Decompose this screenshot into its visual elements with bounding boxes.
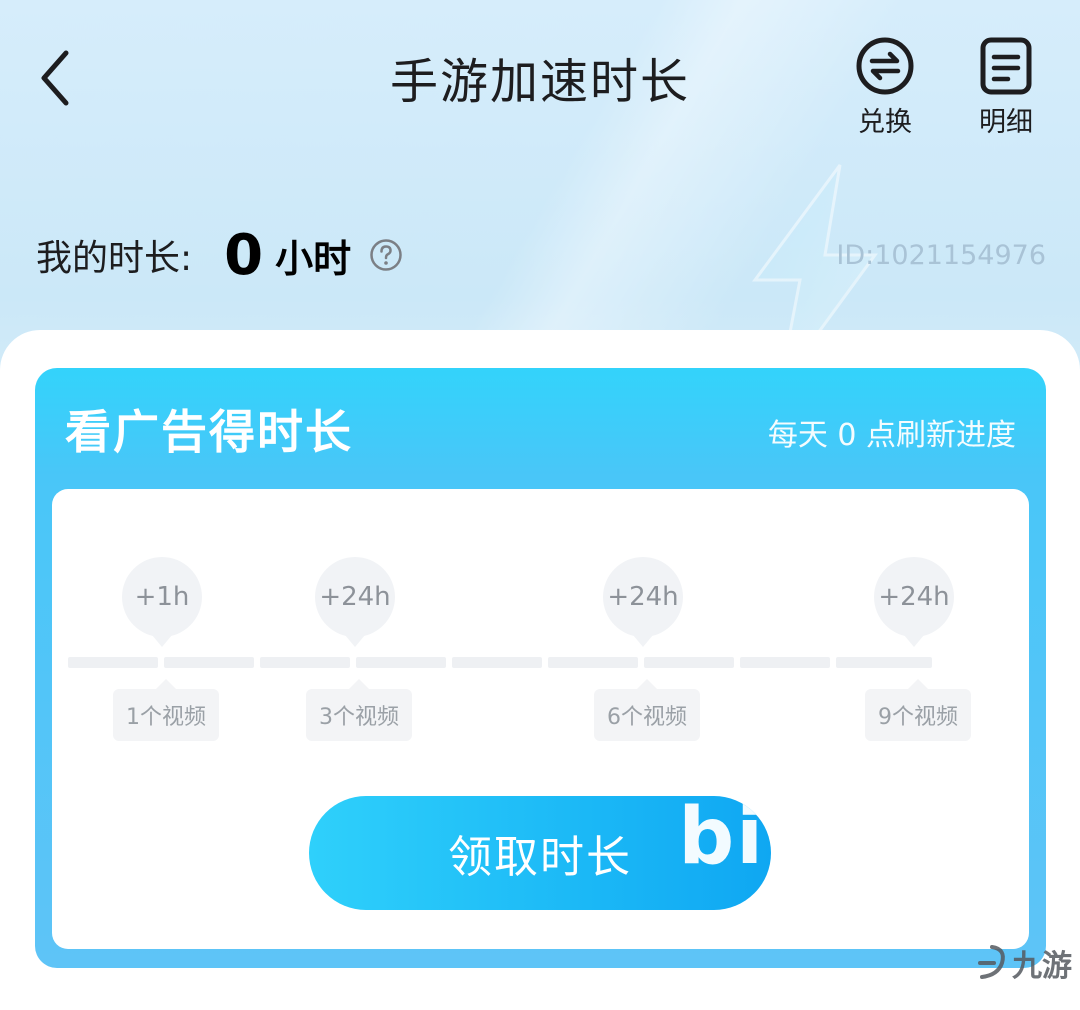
milestone-video-count: 1个视频 (113, 679, 219, 741)
milestone-reward: +24h (603, 557, 683, 647)
progress-segment (68, 657, 158, 668)
progress-segment (356, 657, 446, 668)
page-title: 手游加速时长 (389, 54, 690, 110)
watermark-text: 九游 (1012, 949, 1072, 984)
milestone-video-count: 9个视频 (865, 679, 971, 741)
my-duration-unit: 小时 (275, 236, 352, 281)
refresh-note: 每天 0 点刷新进度 (767, 418, 1016, 453)
progress-segment (644, 657, 734, 668)
progress-segment (164, 657, 254, 668)
claim-button-label: 领取时长 (448, 832, 632, 883)
ad-card-title: 看广告得时长 (65, 405, 353, 459)
milestone-reward: +24h (315, 557, 395, 647)
my-duration-value: 0 (224, 222, 264, 288)
exchange-icon (856, 37, 914, 95)
document-icon (980, 37, 1032, 95)
help-button[interactable] (369, 238, 403, 272)
chevron-left-icon (41, 50, 69, 106)
question-icon (370, 239, 402, 271)
ad-reward-card: 看广告得时长 每天 0 点刷新进度 +1h +24h +24h +24h 1个视… (35, 368, 1046, 968)
back-button[interactable] (30, 48, 80, 108)
watermark: 九游 (972, 941, 1072, 985)
progress-segment (740, 657, 830, 668)
milestone-video-count: 3个视频 (306, 679, 412, 741)
milestone-video-count: 6个视频 (594, 679, 700, 741)
progress-segment (260, 657, 350, 668)
detail-label: 明细 (979, 107, 1033, 138)
exchange-button[interactable]: 兑换 (845, 36, 925, 139)
claim-button-overlay-text: bi (678, 796, 765, 882)
detail-button[interactable]: 明细 (966, 36, 1046, 139)
progress-segment (548, 657, 638, 668)
progress-segment (836, 657, 932, 668)
watermark-logo-icon (978, 945, 1005, 979)
my-duration-row: 我的时长: 0 小时 (36, 220, 403, 290)
claim-duration-button[interactable]: 领取时长 bi (309, 796, 771, 910)
milestone-reward: +24h (874, 557, 954, 647)
exchange-label: 兑换 (858, 107, 912, 138)
milestone-reward: +1h (122, 557, 202, 647)
my-duration-label: 我的时长: (36, 238, 193, 279)
progress-segment (452, 657, 542, 668)
user-id: ID:1021154976 (836, 240, 1046, 271)
progress-panel: +1h +24h +24h +24h 1个视频 3个视频 6个视频 9个视频 领… (52, 489, 1029, 949)
